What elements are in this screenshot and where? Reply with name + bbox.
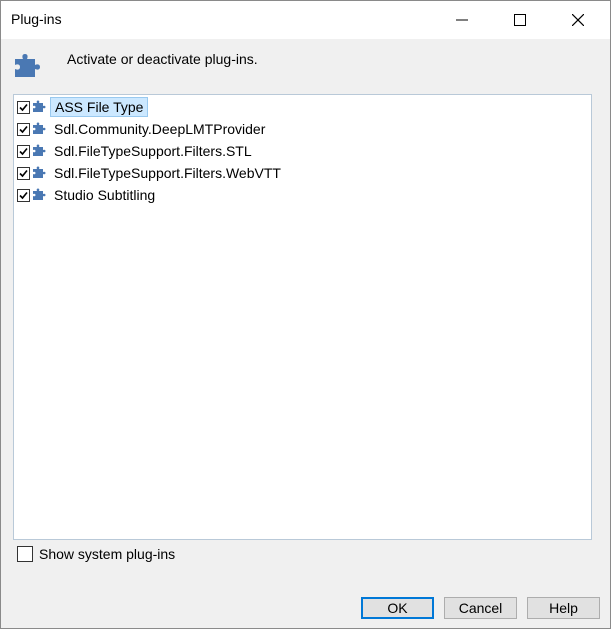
close-button[interactable] [549, 1, 607, 39]
minimize-icon [456, 19, 468, 21]
plugins-dialog: Plug-ins Activate or deactivate plug-ins… [0, 0, 611, 629]
show-system-label: Show system plug-ins [39, 546, 176, 562]
puzzle-piece-icon [32, 187, 48, 204]
plugin-list[interactable]: ASS File Type Sdl.Community.DeepLMTProvi… [13, 94, 592, 540]
puzzle-piece-icon [32, 99, 48, 116]
plugin-checkbox[interactable] [17, 167, 30, 180]
maximize-icon [514, 14, 526, 26]
maximize-button[interactable] [491, 1, 549, 39]
plugin-label: Sdl.FileTypeSupport.Filters.WebVTT [54, 165, 281, 181]
minimize-button[interactable] [433, 1, 491, 39]
plugin-label: ASS File Type [50, 97, 149, 117]
plugin-checkbox[interactable] [17, 145, 30, 158]
plugin-row[interactable]: Sdl.Community.DeepLMTProvider [14, 119, 414, 139]
plugin-checkbox[interactable] [17, 123, 30, 136]
show-system-checkbox[interactable] [17, 546, 33, 562]
plugin-row[interactable]: ASS File Type [14, 97, 414, 117]
plugin-label: Sdl.Community.DeepLMTProvider [54, 121, 266, 137]
title-bar: Plug-ins [1, 1, 610, 39]
puzzle-piece-icon [32, 165, 48, 182]
plugin-row[interactable]: Sdl.FileTypeSupport.Filters.WebVTT [14, 163, 414, 183]
ok-button[interactable]: OK [361, 597, 434, 619]
plugin-label: Studio Subtitling [54, 187, 156, 203]
plugin-checkbox[interactable] [17, 189, 30, 202]
puzzle-piece-icon [32, 121, 48, 138]
plugin-row[interactable]: Studio Subtitling [14, 185, 414, 205]
puzzle-piece-icon [32, 143, 48, 160]
close-icon [572, 14, 584, 26]
header-description: Activate or deactivate plug-ins. [67, 51, 258, 67]
plugin-row[interactable]: Sdl.FileTypeSupport.Filters.STL [14, 141, 414, 161]
plugin-label: Sdl.FileTypeSupport.Filters.STL [54, 143, 252, 159]
plugin-checkbox[interactable] [17, 101, 30, 114]
cancel-button[interactable]: Cancel [444, 597, 517, 619]
puzzle-piece-icon [13, 51, 45, 82]
window-title: Plug-ins [11, 11, 62, 27]
help-button[interactable]: Help [527, 597, 600, 619]
